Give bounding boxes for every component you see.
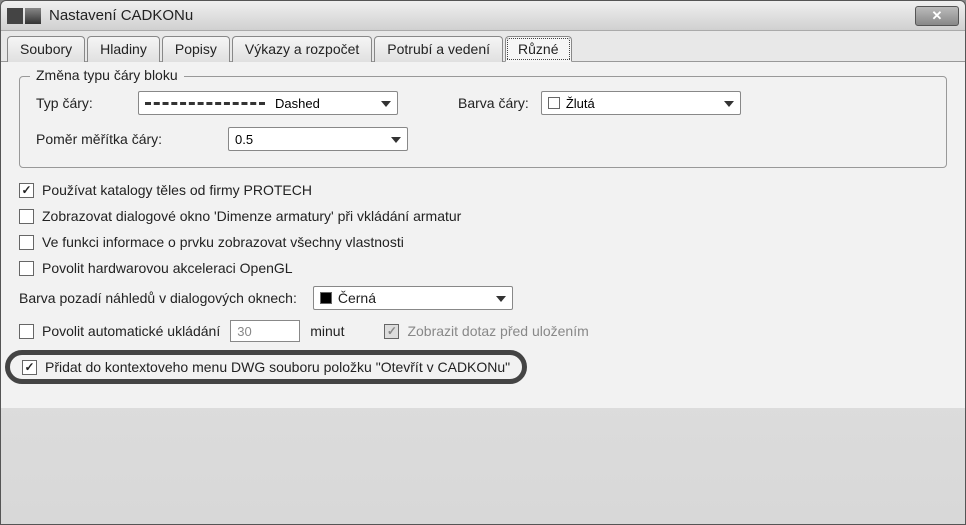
check-dimenze[interactable] xyxy=(19,209,34,224)
check-opengl-label: Povolit hardwarovou akceleraci OpenGL xyxy=(42,260,293,276)
autosave-interval-input[interactable] xyxy=(230,320,300,342)
tab-ruzne[interactable]: Různé xyxy=(505,36,571,62)
settings-window: Nastavení CADKONu ✕ Soubory Hladiny Popi… xyxy=(0,0,966,525)
check-opengl[interactable] xyxy=(19,261,34,276)
close-button[interactable]: ✕ xyxy=(915,6,959,26)
linetype-combo[interactable]: Dashed xyxy=(138,91,398,115)
check-info-label: Ve funkci informace o prvku zobrazovat v… xyxy=(42,234,404,250)
group-line-change: Změna typu čáry bloku Typ čáry: Dashed B… xyxy=(19,76,947,168)
check-protech[interactable] xyxy=(19,183,34,198)
check-protech-label: Používat katalogy těles od firmy PROTECH xyxy=(42,182,312,198)
check-autosave[interactable] xyxy=(19,324,34,339)
dashed-preview-icon xyxy=(145,102,265,105)
tab-soubory[interactable]: Soubory xyxy=(7,36,85,62)
linecolor-value: Žlutá xyxy=(566,96,595,111)
tab-vykazy[interactable]: Výkazy a rozpočet xyxy=(232,36,372,62)
highlight-ring: Přidat do kontextoveho menu DWG souboru … xyxy=(5,350,527,384)
titlebar: Nastavení CADKONu ✕ xyxy=(1,1,965,31)
linetype-label: Typ čáry: xyxy=(36,95,126,111)
scale-value: 0.5 xyxy=(235,132,253,147)
check-autosave-label: Povolit automatické ukládání xyxy=(42,323,220,339)
check-info[interactable] xyxy=(19,235,34,250)
scale-combo[interactable]: 0.5 xyxy=(228,127,408,151)
check-confirm-save xyxy=(384,324,399,339)
group-title: Změna typu čáry bloku xyxy=(30,67,184,83)
app-icon-1 xyxy=(7,8,23,24)
minutes-label: minut xyxy=(310,323,344,339)
bgcolor-combo[interactable]: Černá xyxy=(313,286,513,310)
check-context-menu[interactable] xyxy=(22,360,37,375)
app-icon-2 xyxy=(25,8,41,24)
tab-bar: Soubory Hladiny Popisy Výkazy a rozpočet… xyxy=(1,31,965,62)
check-context-menu-label: Přidat do kontextoveho menu DWG souboru … xyxy=(45,359,510,375)
bgcolor-swatch-icon xyxy=(320,292,332,304)
bgcolor-value: Černá xyxy=(338,290,376,306)
tab-content: Změna typu čáry bloku Typ čáry: Dashed B… xyxy=(1,62,965,408)
color-swatch-icon xyxy=(548,97,560,109)
linecolor-label: Barva čáry: xyxy=(458,95,529,111)
linetype-value: Dashed xyxy=(275,96,320,111)
bgcolor-label: Barva pozadí náhledů v dialogových oknec… xyxy=(19,290,297,306)
scale-label: Poměr měřítka čáry: xyxy=(36,131,216,147)
check-confirm-save-label: Zobrazit dotaz před uložením xyxy=(407,323,588,339)
tab-popisy[interactable]: Popisy xyxy=(162,36,230,62)
linecolor-combo[interactable]: Žlutá xyxy=(541,91,741,115)
tab-potrubi[interactable]: Potrubí a vedení xyxy=(374,36,503,62)
check-dimenze-label: Zobrazovat dialogové okno 'Dimenze armat… xyxy=(42,208,461,224)
app-icons xyxy=(7,8,41,24)
tab-hladiny[interactable]: Hladiny xyxy=(87,36,160,62)
window-title: Nastavení CADKONu xyxy=(49,7,915,24)
